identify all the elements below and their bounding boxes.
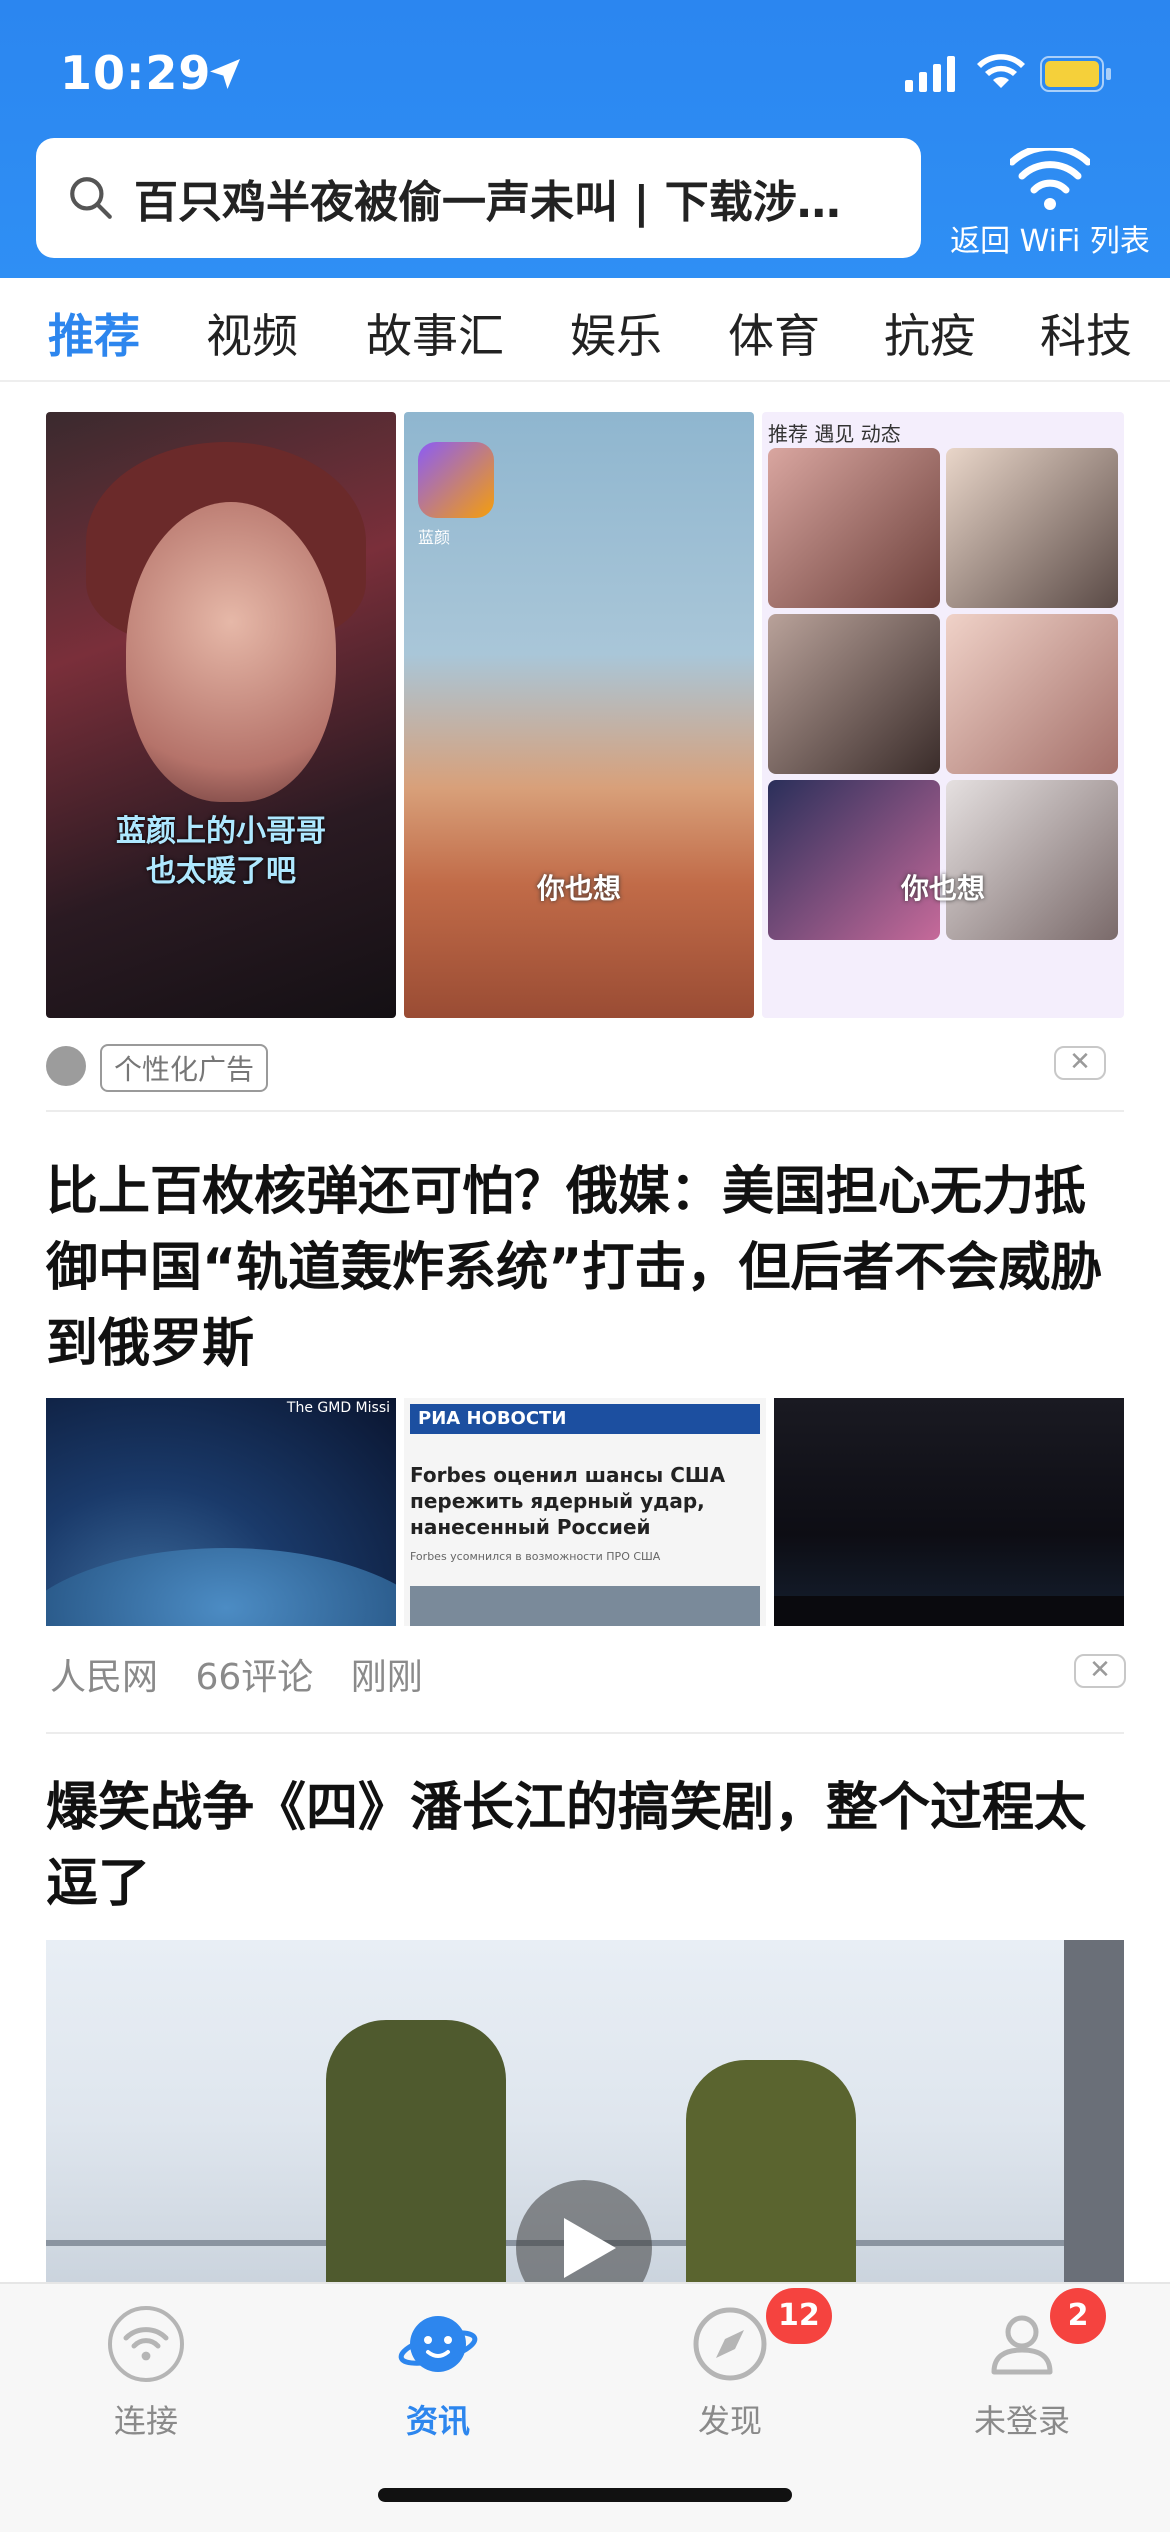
status-time: 10:29 [60,46,212,100]
article-meta: 人民网 66评论 刚刚 [50,1648,449,1700]
compass-icon [693,2307,767,2381]
app-header: 10:29 百只鸡半夜被偷一声未叫 | 下载涉… 返回 WiFi 列表 [0,0,1170,278]
nav-label: 资讯 [405,2402,470,2440]
tab-stories[interactable]: 故事汇 [366,300,504,366]
tab-video[interactable]: 视频 [206,300,298,366]
ad-image-face [126,502,336,802]
nav-label: 未登录 [973,2402,1070,2440]
play-button[interactable] [516,2180,652,2282]
horizon [774,1596,1124,1626]
play-icon [564,2218,616,2278]
figure-left [326,2020,506,2282]
article-images[interactable]: The GMD Missi РИА НОВОСТИ Forbes оценил … [46,1398,1124,1626]
battery-icon [1040,56,1111,92]
planet-icon [398,2316,478,2372]
tab-tech[interactable]: 科技 [1040,300,1132,366]
ad-card-images[interactable]: 蓝颜上的小哥哥 也太暖了吧 蓝颜 你也想 推荐 遇见 动态 你也想 [46,412,1124,1018]
ship-wall [1064,1940,1124,2282]
close-icon[interactable]: ✕ [1074,1654,1126,1688]
wifi-list-label: 返回 WiFi 列表 [950,224,1150,259]
ad-image-caption: 蓝颜上的小哥哥 也太暖了吧 [116,814,326,889]
ad-image-portrait[interactable]: 蓝颜上的小哥哥 也太暖了吧 [46,412,396,1018]
article-comments: 66评论 [195,1657,314,1698]
profile-badge: 2 [1050,2288,1106,2344]
category-tabs: 推荐 视频 故事汇 娱乐 体育 抗疫 科技 [0,278,1170,382]
earth-graphic [46,1548,396,1626]
search-box[interactable]: 百只鸡半夜被偷一声未叫 | 下载涉… [36,138,921,258]
ad-image-app-screenshot[interactable]: 推荐 遇见 动态 你也想 [762,412,1124,1018]
video-thumbnail[interactable] [46,1940,1124,2282]
wifi-icon [1010,148,1090,210]
app-name: 蓝颜 [418,528,451,547]
wifi-icon [108,2306,184,2382]
nav-news[interactable]: 资讯 [338,2304,538,2442]
ad-logo-icon [46,1046,86,1086]
profile-photo [946,614,1118,774]
news-feed[interactable]: 蓝颜上的小哥哥 也太暖了吧 蓝颜 你也想 推荐 遇见 动态 你也想 个性化广告 … [0,382,1170,2282]
tab-entertainment[interactable]: 娱乐 [570,300,662,366]
status-bar: 10:29 [0,0,1170,140]
ad-image-desert[interactable]: 蓝颜 你也想 [404,412,754,1018]
profile-photo [946,780,1118,940]
ria-subhead: Forbes усомнился в возможности ПРО США [410,1550,661,1563]
profile-photo [768,448,940,608]
search-hot-topic: 百只鸡半夜被偷一声未叫 | 下载涉… [134,177,841,228]
article-image-missile[interactable]: The GMD Missi [46,1398,396,1626]
search-icon [70,177,112,219]
home-indicator [378,2488,792,2502]
nav-label: 发现 [697,2402,762,2440]
article-source: 人民网 [50,1657,159,1698]
profile-photo [768,780,940,940]
article-time: 刚刚 [350,1657,423,1698]
nav-label: 连接 [113,2402,178,2440]
ad-footer: 个性化广告 ✕ [46,1042,1124,1092]
article-image-ria[interactable]: РИА НОВОСТИ Forbes оценил шансы США пере… [404,1398,766,1626]
location-arrow-icon [210,59,240,89]
tab-sports[interactable]: 体育 [728,300,820,366]
image-label: The GMD Missi [286,1400,390,1416]
profile-photo [768,614,940,774]
ria-headline: Forbes оценил шансы США пережить ядерный… [410,1463,726,1539]
discover-badge: 12 [766,2288,832,2344]
ad-image-caption: 你也想 [536,872,621,905]
ria-photo [410,1586,760,1626]
ad-image-caption: 你也想 [900,872,985,905]
app-tabs: 推荐 遇见 动态 [768,422,901,446]
app-icon [418,442,494,518]
article-title[interactable]: 爆笑战争《四》潘长江的搞笑剧，整个过程太逗了 [46,1770,1126,1922]
ria-logo: РИА НОВОСТИ [410,1404,760,1434]
close-icon[interactable]: ✕ [1054,1046,1106,1080]
nav-connect[interactable]: 连接 [46,2304,246,2442]
ad-label: 个性化广告 [100,1044,269,1092]
divider [46,1110,1124,1112]
tab-anti-epidemic[interactable]: 抗疫 [884,300,976,366]
signal-icon [905,56,955,92]
article-image-night-sky[interactable] [774,1398,1124,1626]
divider [46,1732,1124,1734]
wifi-icon [977,54,1025,88]
tab-recommend[interactable]: 推荐 [48,300,140,366]
article-title[interactable]: 比上百枚核弹还可怕？俄媒：美国担心无力抵御中国“轨道轰炸系统”打击，但后者不会威… [46,1154,1126,1382]
figure-right [686,2060,856,2282]
wifi-list-button[interactable]: 返回 WiFi 列表 [940,140,1160,260]
profile-photo [946,448,1118,608]
